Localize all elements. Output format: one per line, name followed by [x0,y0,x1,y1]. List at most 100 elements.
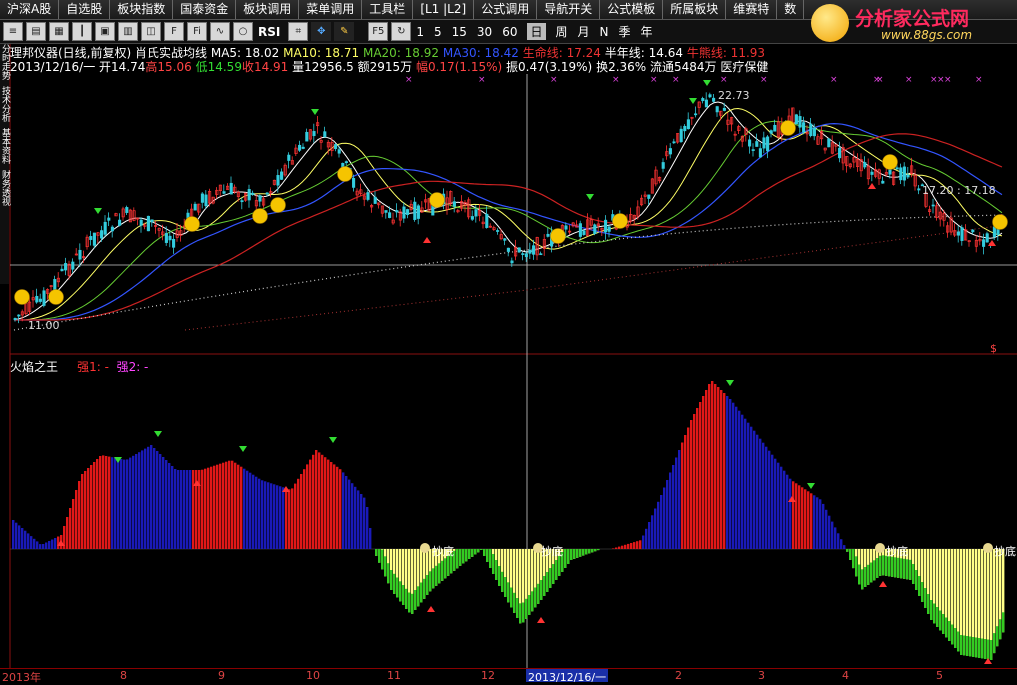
sidetab-timeshare[interactable]: 分时走势 [0,44,10,80]
candle-body [604,219,608,233]
menu-item[interactable]: 国泰资金 [173,0,237,19]
menu-item[interactable]: [L1 |L2] [413,0,475,19]
menu-item[interactable]: 公式模板 [600,0,664,19]
menu-item[interactable]: 公式调用 [474,0,538,19]
histogram-bar [519,603,522,624]
tab-week[interactable]: 周 [556,23,568,40]
candle-body [694,113,698,116]
crop-icon[interactable]: ⌗ [288,22,309,41]
bar-icon[interactable]: ▥ [118,22,138,41]
candle-body [71,261,75,270]
circle-icon[interactable]: ○ [233,22,253,41]
histogram-bar [852,549,855,569]
menu-item[interactable]: 数 [777,0,805,19]
menu-item[interactable]: 板块调用 [236,0,300,19]
histogram-bar [729,399,732,549]
histogram-bar [924,588,927,608]
menu-item[interactable]: 工具栏 [362,0,414,19]
quote-change: 幅0.17(1.15%) [415,60,503,74]
period-60min[interactable]: 60 [502,25,517,39]
money-bag-icon [420,543,430,553]
sidetab-fundamentals[interactable]: 基本资料 [0,128,10,164]
smiley-icon [337,166,353,182]
histogram-bar [723,393,726,549]
tab-year[interactable]: 年 [641,23,653,40]
candle-body [895,167,899,170]
histogram-bar [42,544,45,549]
candle-body [712,97,716,102]
period-15min[interactable]: 15 [452,25,467,39]
histogram-bar [954,628,957,648]
candle-body [474,209,478,217]
histogram-bar [15,522,18,549]
fiz-icon[interactable]: Fi [187,22,207,41]
period-30min[interactable]: 30 [477,25,492,39]
menu-item[interactable]: 自选股 [59,0,111,19]
histogram-bar [612,548,615,549]
histogram-bar [471,549,474,557]
histogram-bar [537,583,540,604]
pencil-icon[interactable]: ✎ [334,22,355,41]
stock-list-icon[interactable]: ≡ [3,22,23,41]
tile-icon[interactable]: ▣ [95,22,115,41]
histogram-bar [240,466,243,549]
tab-quarter[interactable]: 季 [619,23,631,40]
candle-body [798,116,802,128]
histogram-bar [657,501,660,550]
tab-day[interactable]: 日 [527,23,546,40]
histogram-bar [51,539,54,549]
histogram-bar [858,564,861,585]
histogram-bar [912,564,915,584]
sell-arrow-icon [726,380,734,386]
tab-n[interactable]: N [600,25,609,39]
histogram-bar [891,556,894,577]
candle-body [564,225,568,230]
candle-body [470,216,474,220]
sell-arrow-icon [154,431,162,437]
signal-mark: × [830,75,838,85]
menu-item[interactable]: 导航开关 [537,0,601,19]
candle-icon[interactable]: ┃ [72,22,92,41]
candle-body [406,209,410,215]
candle-body [503,238,507,241]
candle-body [164,233,168,243]
menu-item[interactable]: 板块指数 [110,0,174,19]
histogram-bar [555,560,558,580]
histogram-bar [375,549,378,556]
grid-icon[interactable]: ▦ [49,22,69,41]
quote-date: 2013/12/16/一 [10,60,96,74]
histogram-bar [684,435,687,549]
histogram-bar [648,522,651,549]
candle-body [485,213,489,228]
period-5min[interactable]: 5 [434,25,442,39]
move-icon[interactable]: ✥ [311,22,332,41]
histogram-bar [546,572,549,592]
period-1min[interactable]: 1 [416,25,424,39]
refresh-icon[interactable]: ↻ [391,22,412,41]
tab-month[interactable]: 月 [578,23,590,40]
f5-button[interactable]: F5 [368,22,389,41]
sell-arrow-icon [311,109,319,115]
wave-icon[interactable]: ∿ [210,22,230,41]
histogram-bar [633,542,636,549]
menu-item[interactable]: 维赛特 [726,0,778,19]
histogram-bar [963,635,966,656]
menu-item[interactable]: 沪深A股 [0,0,60,19]
histogram-bar [750,426,753,549]
histogram-bar [213,465,216,549]
menu-item[interactable]: 所属板块 [663,0,727,19]
candle-body [258,195,262,202]
chart-icon[interactable]: ▤ [26,22,46,41]
rsi-button[interactable]: RSI [258,25,280,39]
smiley-icon [429,192,445,208]
menu-item[interactable]: 菜单调用 [299,0,363,19]
sidetab-finance[interactable]: 财务透视 [0,170,10,206]
histogram-bar [321,454,324,549]
histogram-bar [255,476,258,549]
histogram-bar [690,420,693,549]
histogram-bar [138,452,141,549]
split-icon[interactable]: ◫ [141,22,161,41]
sidetab-technical[interactable]: 技术分析 [0,86,10,122]
f10-icon[interactable]: F [164,22,184,41]
chart-canvas[interactable]: × × × × × × × × × ×× × × × × × [0,0,1017,682]
